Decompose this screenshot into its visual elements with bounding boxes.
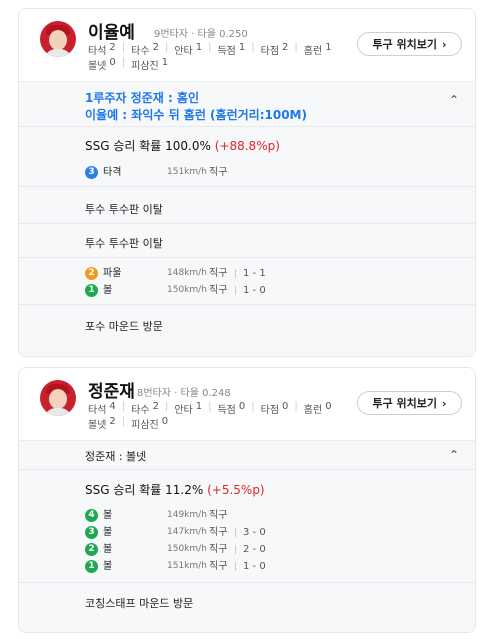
player-avatar (40, 380, 76, 416)
highlight-line: 1루주자 정준재 : 홈인 (85, 91, 200, 105)
highlight-line: 이율예 : 좌익수 뒤 홈런 (홈런거리:100M) (85, 108, 307, 122)
play-log: 1루주자 정준재 : 홈인 이율예 : 좌익수 뒤 홈런 (홈런거리:100M)… (19, 82, 475, 356)
event-line: 투수 투수판 이탈 (85, 203, 163, 216)
event-line: 코칭스태프 마운드 방문 (85, 597, 194, 610)
player-card-1: 이율예 9번타자 · 타율 0.250 타석 2 | 타수 2 | 안타 1 | 득점 1 | … (18, 8, 476, 357)
stats-row-1: 타석 2 | 타수 2 | 안타 1 | 득점 1 | 타점 2 | 홈런 1 (88, 42, 332, 57)
stats-row-2: 볼넷 2 | 피삼진 0 (88, 416, 169, 431)
player-header: 이율예 9번타자 · 타율 0.250 타석 2 | 타수 2 | 안타 1 | 득점 1 | … (19, 9, 475, 82)
player-name: 이율예 (88, 23, 135, 43)
pitch-row: 2 볼 150km/h 직구 2 - 0 (85, 543, 385, 557)
win-probability: SSG 승리 확률 100.0% (+88.8%p) (85, 139, 280, 153)
pitch-row: 3 볼 147km/h 직구 3 - 0 (85, 526, 385, 540)
player-avatar (40, 21, 76, 57)
collapse-toggle-icon[interactable]: ⌃ (449, 448, 459, 462)
pitch-location-button[interactable]: 투구 위치보기 › (357, 391, 462, 415)
event-line: 포수 마운드 방문 (85, 320, 163, 333)
pitch-row: 3 타격 151km/h 직구 (85, 166, 385, 180)
collapse-toggle-icon[interactable]: ⌃ (449, 93, 459, 107)
pitch-location-button[interactable]: 투구 위치보기 › (357, 32, 462, 56)
event-line: 투수 투수판 이탈 (85, 237, 163, 250)
pitch-row: 2 파울 148km/h 직구 1 - 1 (85, 267, 385, 281)
pitch-row: 1 볼 151km/h 직구 1 - 0 (85, 560, 385, 574)
pitch-row: 1 볼 150km/h 직구 1 - 0 (85, 284, 385, 298)
win-probability: SSG 승리 확률 11.2% (+5.5%p) (85, 483, 265, 497)
play-log: 정준재 : 볼넷 ⌃ SSG 승리 확률 11.2% (+5.5%p) 4 볼 … (19, 441, 475, 632)
player-card-2: 정준재 8번타자 · 타율 0.248 타석 4 | 타수 2 | 안타 1 | 득점 0 | … (18, 367, 476, 633)
chevron-right-icon: › (442, 396, 447, 410)
stats-row-1: 타석 4 | 타수 2 | 안타 1 | 득점 0 | 타점 0 | 홈런 0 (88, 401, 332, 416)
player-name: 정준재 (88, 382, 135, 402)
batting-order: 9번타자 · 타율 0.250 (154, 29, 248, 40)
result-line: 정준재 : 볼넷 (85, 450, 147, 463)
player-header: 정준재 8번타자 · 타율 0.248 타석 4 | 타수 2 | 안타 1 | 득점 0 | … (19, 368, 475, 441)
batting-order: 8번타자 · 타율 0.248 (137, 388, 231, 399)
stats-row-2: 볼넷 0 | 피삼진 1 (88, 57, 169, 72)
pitch-row: 4 볼 149km/h 직구 (85, 509, 385, 523)
chevron-right-icon: › (442, 37, 447, 51)
